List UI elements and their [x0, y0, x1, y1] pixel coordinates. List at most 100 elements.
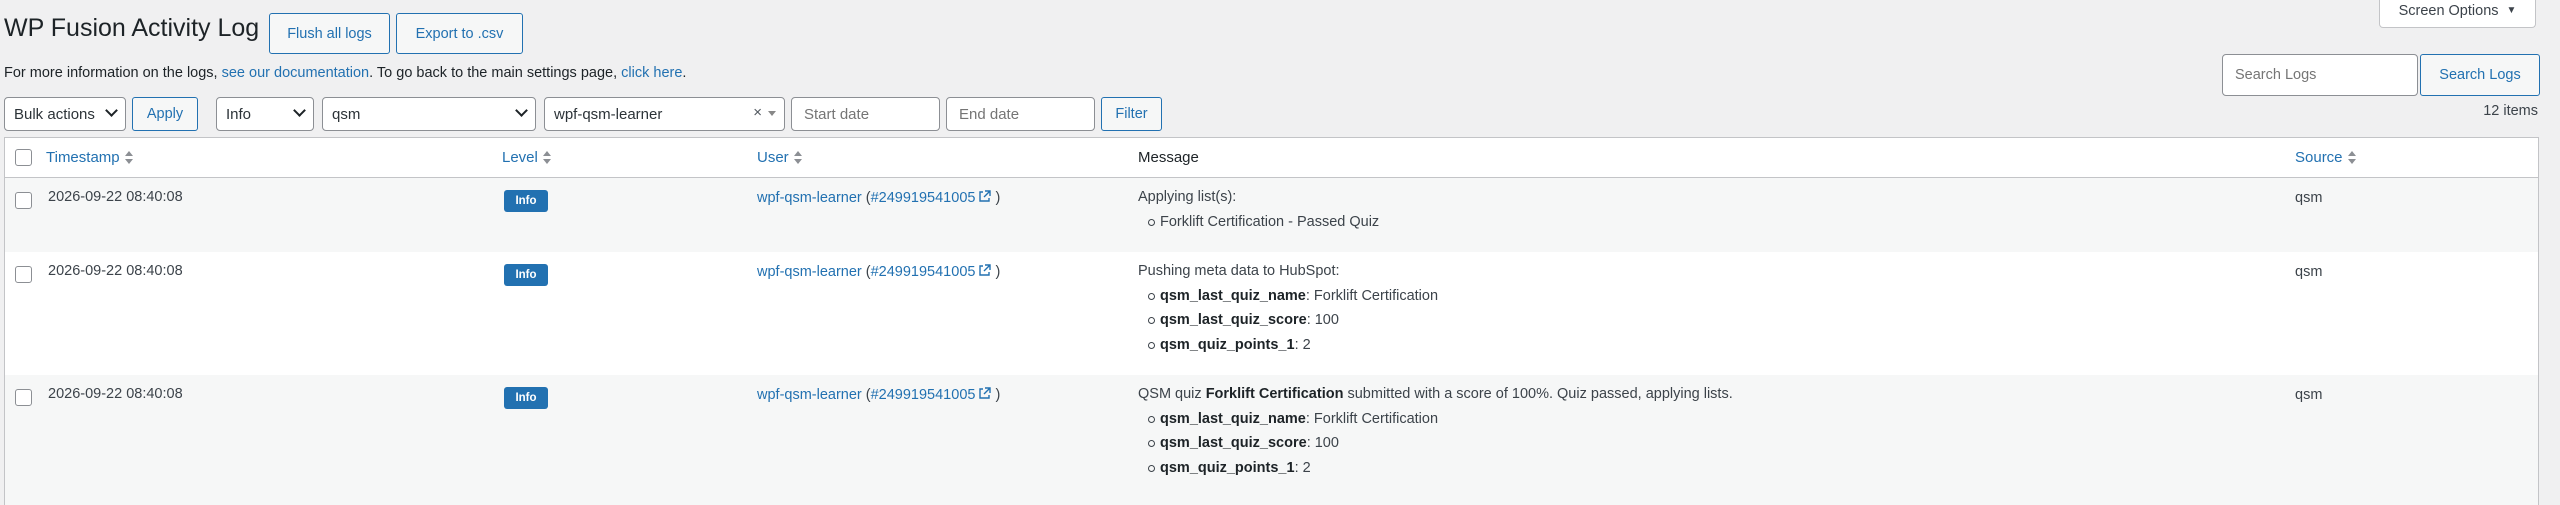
meta-value: : 100: [1306, 435, 1339, 451]
user-link[interactable]: wpf-qsm-learner: [757, 190, 862, 206]
row-timestamp: 2026-09-22 08:40:08: [48, 189, 183, 205]
meta-key: qsm_last_quiz_name: [1160, 410, 1306, 427]
user-paren-close: ): [991, 190, 1001, 206]
message-quiz-name: Forklift Certification: [1205, 386, 1344, 402]
message-intro: Applying list(s):: [1138, 189, 1237, 205]
row-checkbox[interactable]: [15, 266, 32, 283]
level-badge: Info: [504, 190, 548, 212]
chevron-down-icon: [105, 104, 118, 117]
message-intro: Pushing meta data to HubSpot:: [1138, 263, 1340, 279]
filter-button[interactable]: Filter: [1101, 97, 1162, 131]
row-timestamp: 2026-09-22 08:40:08: [48, 386, 183, 402]
user-paren-open: (: [861, 387, 871, 403]
level-filter-select[interactable]: Info: [216, 97, 314, 131]
row-source: qsm: [2295, 190, 2323, 206]
row-checkbox[interactable]: [15, 192, 32, 209]
contact-id-link[interactable]: #249919541005: [871, 264, 992, 280]
timestamp-sort-link[interactable]: Timestamp: [46, 149, 120, 166]
user-link[interactable]: wpf-qsm-learner: [757, 387, 862, 403]
meta-item: qsm_last_quiz_score: 100: [1148, 308, 1438, 333]
row-user: wpf-qsm-learner (#249919541005 ): [757, 264, 1000, 280]
column-timestamp[interactable]: Timestamp: [46, 149, 133, 166]
row-user: wpf-qsm-learner (#249919541005 ): [757, 190, 1000, 206]
sort-icon: [542, 151, 551, 165]
page-title: WP Fusion Activity Log: [4, 14, 260, 42]
row-message: QSM quiz Forklift Certification submitte…: [1138, 382, 1733, 480]
sort-icon: [793, 151, 802, 165]
table-header: Timestamp Level User Message Source: [5, 138, 2538, 178]
user-paren-close: ): [991, 264, 1001, 280]
select-all-checkbox[interactable]: [15, 149, 32, 166]
search-logs-button[interactable]: Search Logs: [2420, 54, 2540, 96]
user-paren-open: (: [861, 264, 871, 280]
bulk-actions-select[interactable]: Bulk actions: [4, 97, 126, 131]
end-date-input[interactable]: [946, 97, 1095, 131]
level-badge: Info: [504, 387, 548, 409]
meta-value: : Forklift Certification: [1305, 410, 1439, 427]
export-csv-button[interactable]: Export to .csv: [396, 13, 523, 54]
meta-list: qsm_last_quiz_name: Forklift Certificati…: [1148, 407, 1733, 481]
settings-link[interactable]: click here: [621, 65, 682, 81]
bulk-actions-value: Bulk actions: [14, 105, 95, 123]
source-filter-select[interactable]: qsm: [322, 97, 536, 131]
info-prefix: For more information on the logs,: [4, 65, 222, 81]
meta-list: qsm_last_quiz_name: Forklift Certificati…: [1148, 284, 1438, 358]
column-level[interactable]: Level: [502, 149, 551, 166]
start-date-input[interactable]: [791, 97, 940, 131]
meta-item: qsm_last_quiz_name: Forklift Certificati…: [1148, 407, 1733, 432]
message-list-item: Forklift Certification - Passed Quiz: [1148, 210, 1379, 235]
meta-key: qsm_quiz_points_1: [1160, 459, 1295, 476]
search-input[interactable]: [2222, 54, 2418, 96]
column-message: Message: [1138, 149, 1199, 166]
message-list: Forklift Certification - Passed Quiz: [1148, 210, 1379, 235]
user-filter-select[interactable]: wpf-qsm-learner ×: [544, 97, 785, 131]
user-sort-link[interactable]: User: [757, 149, 789, 166]
external-link-icon: [979, 264, 992, 276]
message-post: submitted with a score of 100%. Quiz pas…: [1343, 386, 1733, 402]
chevron-down-icon: [515, 104, 528, 117]
row-user: wpf-qsm-learner (#249919541005 ): [757, 387, 1000, 403]
row-message: Applying list(s): Forklift Certification…: [1138, 185, 1379, 234]
dropdown-arrow-icon: [768, 111, 776, 116]
column-user[interactable]: User: [757, 149, 802, 166]
level-badge: Info: [504, 264, 548, 286]
screen-options-toggle[interactable]: Screen Options ▼: [2379, 0, 2536, 28]
sort-icon: [124, 151, 133, 165]
level-filter-value: Info: [226, 105, 252, 123]
meta-item: qsm_quiz_points_1: 2: [1148, 456, 1733, 481]
meta-item: qsm_quiz_points_1: 2: [1148, 333, 1438, 358]
info-middle: . To go back to the main settings page,: [369, 65, 622, 81]
row-checkbox[interactable]: [15, 389, 32, 406]
contact-id-link[interactable]: #249919541005: [871, 190, 992, 206]
column-source[interactable]: Source: [2295, 149, 2356, 166]
info-text: For more information on the logs, see ou…: [4, 65, 686, 81]
user-paren-open: (: [861, 190, 871, 206]
meta-key: qsm_quiz_points_1: [1160, 336, 1295, 353]
user-filter-value: wpf-qsm-learner: [554, 105, 663, 123]
user-paren-close: ): [991, 387, 1001, 403]
clear-selection-icon[interactable]: ×: [753, 104, 762, 121]
apply-button[interactable]: Apply: [132, 97, 198, 131]
meta-value: : Forklift Certification: [1305, 287, 1439, 304]
sort-icon: [2347, 151, 2356, 165]
user-link[interactable]: wpf-qsm-learner: [757, 264, 862, 280]
contact-id: #249919541005: [870, 190, 976, 206]
row-source: qsm: [2295, 264, 2323, 280]
documentation-link[interactable]: see our documentation: [222, 65, 370, 81]
row-source: qsm: [2295, 387, 2323, 403]
log-table: Timestamp Level User Message Source 2026…: [4, 137, 2539, 505]
table-row: 2026-09-22 08:40:08 Info wpf-qsm-learner…: [5, 375, 2538, 505]
meta-item: qsm_last_quiz_score: 100: [1148, 431, 1733, 456]
source-sort-link[interactable]: Source: [2295, 149, 2343, 166]
contact-id-link[interactable]: #249919541005: [871, 387, 992, 403]
info-suffix: .: [682, 65, 687, 81]
caret-down-icon: ▼: [2506, 5, 2517, 16]
message-intro: QSM quiz Forklift Certification submitte…: [1138, 382, 1733, 407]
contact-id: #249919541005: [870, 387, 976, 403]
row-timestamp: 2026-09-22 08:40:08: [48, 263, 183, 279]
row-message: Pushing meta data to HubSpot: qsm_last_q…: [1138, 259, 1438, 357]
meta-value: : 2: [1294, 336, 1311, 353]
flush-all-logs-button[interactable]: Flush all logs: [269, 13, 390, 54]
level-sort-link[interactable]: Level: [502, 149, 538, 166]
meta-item: qsm_last_quiz_name: Forklift Certificati…: [1148, 284, 1438, 309]
